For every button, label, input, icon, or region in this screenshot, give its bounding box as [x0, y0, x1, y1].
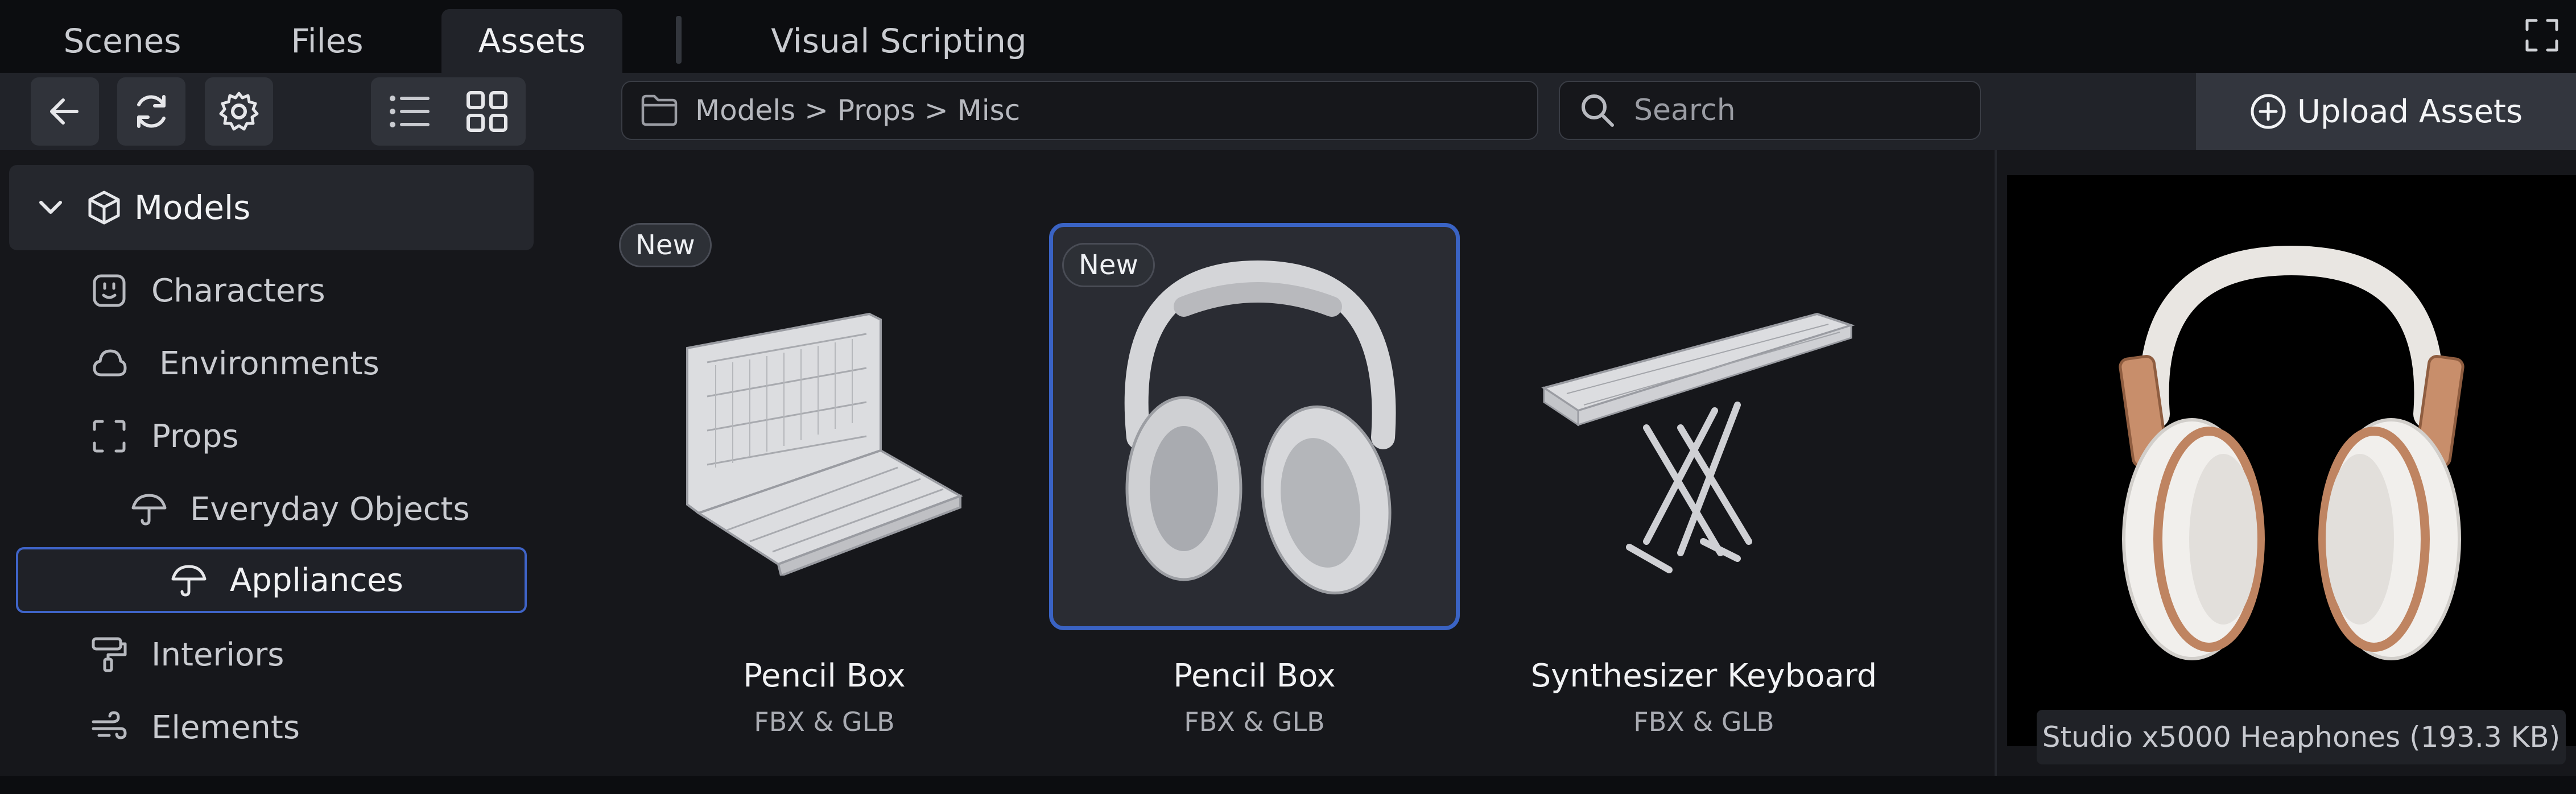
studio-headphones-image — [2119, 245, 2464, 660]
sidebar-item-models[interactable]: Models — [9, 165, 534, 250]
tab-visual-scripting[interactable]: Visual Scripting — [762, 9, 1035, 73]
tab-bar: Scenes Files Assets Visual Scripting — [0, 0, 2576, 73]
preview-caption: Studio x5000 Heaphones (193.3 KB) — [2037, 710, 2566, 764]
tab-separator — [676, 16, 682, 64]
asset-title: Pencil Box — [1173, 657, 1336, 694]
sidebar-item-environments[interactable]: Environments — [91, 332, 379, 395]
asset-format: FBX & GLB — [1184, 706, 1325, 737]
sidebar-item-label: Characters — [151, 272, 325, 309]
search-icon — [1582, 94, 1614, 127]
asset-card-selected[interactable]: New Pencil Box FBX & GLB — [1049, 223, 1460, 737]
sidebar: Models Characters Environments Props Eve… — [0, 150, 539, 794]
asset-card[interactable]: Synthesizer Keyboard FBX & GLB — [1498, 223, 1909, 737]
search-field[interactable] — [1559, 81, 1981, 140]
plus-circle-icon — [2251, 94, 2286, 129]
cloud-icon — [93, 349, 127, 377]
chevron-down-icon[interactable] — [35, 192, 66, 223]
sidebar-item-label: Props — [151, 417, 239, 455]
asset-grid: New Pencil Box FBX & GLB New Pencil Box … — [539, 150, 1995, 776]
asset-format: FBX & GLB — [1633, 706, 1774, 737]
umbrella-icon — [131, 494, 167, 526]
preview-panel: Studio x5000 Heaphones (193.3 KB) — [1995, 150, 2576, 776]
asset-title: Pencil Box — [743, 657, 906, 694]
pencil-box-thumbnail — [686, 312, 963, 576]
sidebar-item-label: Everyday Objects — [190, 490, 470, 528]
back-button[interactable] — [31, 77, 99, 146]
grid-icon — [467, 91, 507, 132]
sidebar-item-everyday-objects[interactable]: Everyday Objects — [131, 478, 470, 540]
asset-browser: Scenes Files Assets Visual Scripting Mod… — [0, 0, 2576, 794]
tab-files[interactable]: Files — [239, 9, 415, 73]
sidebar-item-characters[interactable]: Characters — [91, 259, 325, 322]
preview-image: Studio x5000 Heaphones (193.3 KB) — [2007, 175, 2576, 764]
breadcrumb[interactable]: Models > Props > Misc — [621, 81, 1538, 140]
sidebar-item-appliances[interactable]: Appliances — [16, 547, 527, 613]
asset-card[interactable]: New Pencil Box FBX & GLB — [619, 223, 1030, 737]
tab-assets[interactable]: Assets — [441, 9, 622, 73]
asset-format: FBX & GLB — [754, 706, 895, 737]
new-badge: New — [619, 223, 712, 267]
sidebar-item-label: Environments — [159, 345, 379, 382]
tab-scenes[interactable]: Scenes — [34, 9, 210, 73]
sidebar-item-props[interactable]: Props — [91, 405, 239, 468]
list-view-button[interactable] — [371, 77, 448, 146]
fullscreen-icon[interactable] — [2524, 17, 2560, 53]
headphones-thumbnail — [1124, 260, 1396, 595]
upload-assets-button[interactable]: Upload Assets — [2196, 73, 2576, 150]
arrow-left-icon — [50, 98, 79, 125]
character-icon — [93, 274, 126, 307]
synthesizer-keyboard-thumbnail — [1541, 312, 1855, 573]
sidebar-item-label: Interiors — [151, 636, 284, 673]
sidebar-root-label: Models — [134, 188, 251, 227]
view-toggle — [371, 77, 526, 146]
props-icon — [93, 420, 126, 453]
sidebar-item-label: Elements — [151, 709, 300, 746]
bottom-border — [0, 776, 2576, 794]
breadcrumb-path: Models > Props > Misc — [695, 94, 1021, 127]
sidebar-item-interiors[interactable]: Interiors — [91, 623, 284, 686]
settings-button[interactable] — [205, 77, 273, 146]
sidebar-item-label: Appliances — [230, 561, 403, 599]
refresh-button[interactable] — [117, 77, 185, 146]
list-icon — [390, 96, 430, 127]
sidebar-item-elements[interactable]: Elements — [91, 696, 300, 759]
asset-title: Synthesizer Keyboard — [1530, 657, 1877, 694]
upload-label: Upload Assets — [2297, 93, 2523, 130]
refresh-icon — [137, 95, 166, 128]
cube-icon — [88, 191, 120, 225]
folder-icon — [641, 94, 678, 126]
search-input[interactable] — [1633, 93, 1954, 128]
umbrella-icon — [171, 565, 207, 597]
gear-icon — [219, 92, 259, 131]
grid-view-button[interactable] — [448, 77, 526, 146]
paint-roller-icon — [92, 637, 127, 672]
toolbar: Models > Props > Misc Upload Assets — [0, 73, 2576, 150]
wind-icon — [92, 711, 127, 739]
